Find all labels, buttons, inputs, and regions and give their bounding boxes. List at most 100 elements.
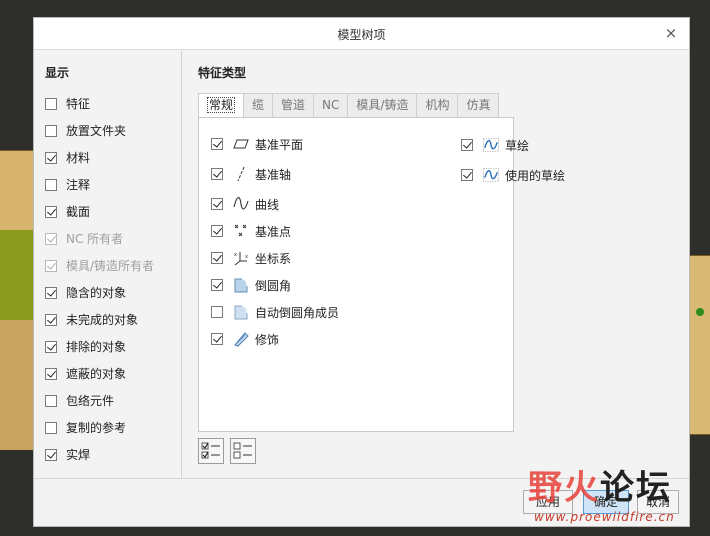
- display-option[interactable]: 排除的对象: [45, 333, 181, 360]
- feature-type-checkbox[interactable]: [211, 168, 223, 180]
- feature-type-checkbox[interactable]: [461, 169, 473, 181]
- feature-type-tabs: 常规 缆 管道 NC 模具/铸造 机构 仿真: [198, 93, 500, 118]
- display-option-checkbox: [45, 232, 57, 245]
- display-option-label: 注释: [66, 178, 91, 192]
- feature-type-option[interactable]: 基准点: [211, 221, 291, 241]
- display-option-checkbox[interactable]: [45, 394, 57, 407]
- feature-type-tab[interactable]: 仿真: [457, 93, 500, 117]
- feature-type-checkbox[interactable]: [211, 252, 223, 264]
- display-option-checkbox[interactable]: [45, 367, 57, 380]
- svg-text:x: x: [234, 252, 237, 258]
- feature-type-label: 坐标系: [255, 251, 292, 266]
- feature-type-checkbox[interactable]: [211, 306, 223, 318]
- feature-type-tab-label: 仿真: [466, 98, 491, 112]
- feature-type-tab[interactable]: 管道: [272, 93, 315, 117]
- feature-type-option[interactable]: 使用的草绘: [461, 165, 565, 185]
- watermark-logo: 野火论坛: [528, 460, 672, 509]
- feature-type-label: 草绘: [505, 138, 530, 153]
- display-option-label: 模具/铸造所有者: [66, 259, 155, 273]
- display-option-checkbox[interactable]: [45, 421, 57, 434]
- datum-plane-icon: [233, 136, 249, 152]
- display-option[interactable]: 注释: [45, 171, 181, 198]
- curve-icon: [233, 196, 249, 212]
- feature-type-option[interactable]: x x 坐标系: [211, 248, 291, 268]
- round-icon: [233, 277, 249, 293]
- display-option[interactable]: 未完成的对象: [45, 306, 181, 333]
- display-option-checkbox[interactable]: [45, 448, 57, 461]
- feature-type-label: 使用的草绘: [505, 168, 566, 183]
- display-option-label: 复制的参考: [66, 421, 127, 435]
- feature-types-pane: 特征类型 常规 缆 管道 NC 模具/铸造 机构 仿真: [198, 51, 500, 118]
- feature-type-tab[interactable]: NC: [313, 93, 349, 117]
- feature-type-panel: 基准平面基准轴曲线基准点 x x 坐标系倒圆角自动倒圆角成员 修饰 草绘使用的草绘: [198, 117, 565, 432]
- feature-type-option[interactable]: 草绘: [461, 135, 529, 155]
- background-part-left-lower: [0, 320, 34, 450]
- display-option-checkbox[interactable]: [45, 313, 57, 326]
- feature-type-option[interactable]: 修饰: [211, 329, 279, 349]
- display-option-checkbox[interactable]: [45, 286, 57, 299]
- feature-type-option[interactable]: 基准平面: [211, 134, 303, 154]
- close-icon[interactable]: ×: [663, 24, 679, 42]
- display-option-checkbox[interactable]: [45, 178, 57, 191]
- feature-types-heading: 特征类型: [198, 66, 247, 80]
- display-option[interactable]: 特征: [45, 90, 181, 117]
- display-option-checkbox[interactable]: [45, 97, 57, 110]
- watermark-url: www.proewildfire.cn: [534, 510, 675, 524]
- forum-watermark: 野火论坛 www.proewildfire.cn: [528, 452, 710, 536]
- deselect-all-icon: [233, 442, 252, 459]
- display-option[interactable]: 截面: [45, 198, 181, 225]
- deselect-all-button[interactable]: [230, 438, 256, 464]
- coordinate-system-icon: xx: [233, 250, 249, 266]
- display-option-checkbox[interactable]: [45, 124, 57, 137]
- feature-type-option[interactable]: 曲线: [211, 194, 279, 214]
- feature-type-tab[interactable]: 缆: [243, 93, 274, 117]
- feature-type-tab[interactable]: 机构: [416, 93, 459, 117]
- display-option-label: 材料: [66, 151, 91, 165]
- display-option-checkbox[interactable]: [45, 340, 57, 353]
- display-option-checkbox[interactable]: [45, 205, 57, 218]
- feature-type-checkbox[interactable]: [211, 138, 223, 150]
- display-option-checkbox[interactable]: [45, 151, 57, 164]
- feature-type-label: 倒圆角: [255, 278, 292, 293]
- display-pane: 显示 特征放置文件夹材料注释截面 NC 所有者模具/铸造所有者 隐含的对象未完成的对…: [34, 51, 182, 478]
- display-option[interactable]: 材料: [45, 144, 181, 171]
- feature-type-checkbox[interactable]: [211, 198, 223, 210]
- display-option[interactable]: 复制的参考: [45, 414, 181, 441]
- feature-type-tab-label: 缆: [252, 98, 265, 112]
- feature-type-option[interactable]: 基准轴: [211, 164, 291, 184]
- display-option: NC 所有者: [45, 225, 181, 252]
- feature-type-checkbox[interactable]: [461, 139, 473, 151]
- feature-type-checkbox[interactable]: [211, 279, 223, 291]
- display-option-label: 放置文件夹: [66, 124, 127, 138]
- feature-type-checkbox[interactable]: [211, 333, 223, 345]
- dialog-titlebar[interactable]: 模型树项 ×: [34, 18, 689, 50]
- display-option[interactable]: 放置文件夹: [45, 117, 181, 144]
- feature-type-tab-label: 模具/铸造: [356, 98, 409, 112]
- display-option[interactable]: 隐含的对象: [45, 279, 181, 306]
- feature-type-tab-label: 常规: [207, 97, 236, 113]
- feature-type-tab[interactable]: 模具/铸造: [347, 93, 418, 117]
- display-option-label: 遮蔽的对象: [66, 367, 127, 381]
- datum-axis-icon: [233, 166, 249, 182]
- watermark-text-b: 论坛: [600, 468, 672, 508]
- display-option: 模具/铸造所有者: [45, 252, 181, 279]
- display-option[interactable]: 实焊: [45, 441, 181, 468]
- display-option-checkbox: [45, 259, 57, 272]
- background-dot: [696, 308, 704, 316]
- auto-round-member-icon: [233, 304, 249, 320]
- cosmetic-icon: [233, 331, 249, 347]
- feature-type-checkbox[interactable]: [211, 225, 223, 237]
- feature-type-option[interactable]: 自动倒圆角成员: [211, 302, 339, 322]
- display-heading: 显示: [45, 66, 70, 80]
- display-option[interactable]: 遮蔽的对象: [45, 360, 181, 387]
- select-all-icon: [201, 442, 220, 459]
- sketch-icon: [483, 137, 499, 153]
- display-option-label: 排除的对象: [66, 340, 127, 354]
- feature-type-option[interactable]: 倒圆角: [211, 275, 291, 295]
- select-all-button[interactable]: [198, 438, 224, 464]
- display-option[interactable]: 包络元件: [45, 387, 181, 414]
- dialog-title: 模型树项: [337, 28, 386, 42]
- feature-type-tab[interactable]: 常规: [198, 93, 245, 118]
- feature-type-label: 基准轴: [255, 167, 292, 182]
- display-option-label: 隐含的对象: [66, 286, 127, 300]
